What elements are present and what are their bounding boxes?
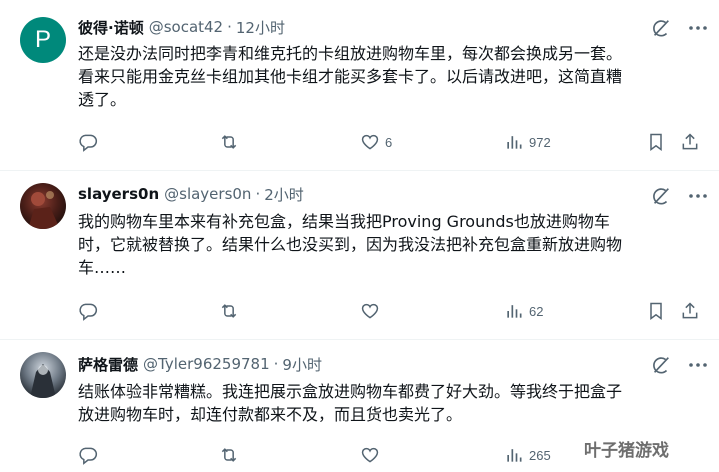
separator-dot: · — [273, 355, 279, 373]
like-button[interactable]: 6 — [360, 130, 392, 154]
tweet-header: 萨格雷德 @Tyler96259781 · 9小时 — [78, 353, 322, 375]
reply-button[interactable] — [78, 443, 103, 467]
heart-icon — [361, 134, 379, 150]
tweet-text: 还是没办法同时把李青和维克托的卡组放进购物车里，每次都会换成另一套。 看来只能用… — [78, 42, 700, 111]
bookmark-button[interactable] — [646, 130, 666, 154]
views-icon — [507, 136, 522, 149]
like-button[interactable] — [360, 443, 385, 467]
bookmark-icon — [650, 133, 662, 151]
heart-icon — [361, 303, 379, 319]
author-handle[interactable]: @Tyler96259781 — [143, 355, 270, 373]
grok-icon[interactable] — [650, 185, 672, 207]
tweet-line: 我的购物车里本来有补充包盒，结果当我把Proving Grounds也放进购物车 — [78, 212, 610, 231]
grok-icon[interactable] — [650, 17, 672, 39]
tweet-line: 结账体验非常糟糕。我连把展示盒放进购物车都费了好大劲。等我终于把盒子 — [78, 382, 623, 401]
timestamp[interactable]: 2小时 — [264, 184, 304, 205]
views-icon — [507, 449, 522, 462]
views-button[interactable]: 972 — [504, 130, 551, 154]
tweet-header: 彼得·诺顿 @socat42 · 12小时 — [78, 16, 285, 38]
views-button[interactable]: 62 — [504, 299, 543, 323]
views-count: 265 — [529, 447, 551, 463]
timestamp[interactable]: 12小时 — [236, 17, 285, 38]
bookmark-icon — [650, 302, 662, 320]
retweet-icon — [221, 448, 237, 462]
tweet-line: 看来只能用金克丝卡组加其他卡组才能买多套卡了。以后请改进吧，这简直糟 — [78, 67, 623, 86]
views-button[interactable]: 265 — [504, 443, 551, 467]
reply-icon — [79, 447, 98, 465]
author-handle[interactable]: @socat42 — [149, 18, 223, 36]
avatar-image — [30, 364, 56, 398]
author-handle[interactable]: @slayers0n — [164, 185, 251, 203]
tweet-line: 透了。 — [78, 90, 127, 109]
tweet-line: 时，它就被替换了。结果什么也没买到，因为我没法把补充包盒重新放进购物 — [78, 235, 623, 254]
retweet-button[interactable] — [219, 130, 244, 154]
tweet-header: slayers0n @slayers0n · 2小时 — [78, 183, 304, 205]
avatar[interactable] — [20, 183, 66, 229]
share-icon — [682, 133, 698, 150]
tweet-line: 还是没办法同时把李青和维克托的卡组放进购物车里，每次都会换成另一套。 — [78, 44, 623, 63]
tweet-text: 结账体验非常糟糕。我连把展示盒放进购物车都费了好大劲。等我终于把盒子 放进购物车… — [78, 380, 700, 426]
author-name[interactable]: 彼得·诺顿 — [78, 17, 144, 38]
more-icon[interactable] — [686, 354, 710, 376]
retweet-icon — [221, 304, 237, 318]
more-icon[interactable] — [686, 185, 710, 207]
views-icon — [507, 305, 522, 318]
action-bar: 62 — [74, 299, 714, 323]
share-button[interactable] — [680, 130, 700, 154]
timestamp[interactable]: 9小时 — [282, 354, 322, 375]
reply-icon — [79, 134, 98, 152]
retweet-icon — [221, 135, 237, 149]
heart-icon — [361, 447, 379, 463]
avatar-image — [28, 191, 60, 229]
views-count: 972 — [529, 134, 551, 150]
grok-icon[interactable] — [650, 354, 672, 376]
more-icon[interactable] — [686, 17, 710, 39]
retweet-button[interactable] — [219, 443, 244, 467]
share-icon — [682, 302, 698, 319]
retweet-button[interactable] — [219, 299, 244, 323]
bookmark-button[interactable] — [646, 299, 666, 323]
reply-icon — [79, 303, 98, 321]
watermark: 叶子猪游戏 — [584, 441, 669, 461]
action-bar: 6 972 — [74, 130, 714, 154]
reply-button[interactable] — [78, 299, 103, 323]
author-name[interactable]: slayers0n — [78, 185, 159, 203]
views-count: 62 — [529, 303, 544, 319]
tweet-1[interactable]: P 彼得·诺顿 @socat42 · 12小时 还是没办法同时把李青和维克托的卡… — [0, 0, 719, 170]
like-count: 6 — [385, 134, 393, 150]
separator-dot: · — [255, 185, 261, 203]
separator-dot: · — [227, 18, 232, 36]
tweet-line: 车…… — [78, 258, 127, 277]
avatar[interactable] — [20, 352, 66, 398]
author-name[interactable]: 萨格雷德 — [78, 354, 138, 375]
share-button[interactable] — [680, 299, 700, 323]
tweet-2[interactable]: slayers0n @slayers0n · 2小时 我的购物车里本来有补充包盒… — [0, 171, 719, 339]
reply-button[interactable] — [78, 130, 103, 154]
like-button[interactable] — [360, 299, 385, 323]
tweet-text: 我的购物车里本来有补充包盒，结果当我把Proving Grounds也放进购物车… — [78, 210, 700, 279]
avatar[interactable]: P — [20, 17, 66, 63]
tweet-line: 放进购物车时，却连付款都来不及，而且货也卖光了。 — [78, 405, 463, 424]
